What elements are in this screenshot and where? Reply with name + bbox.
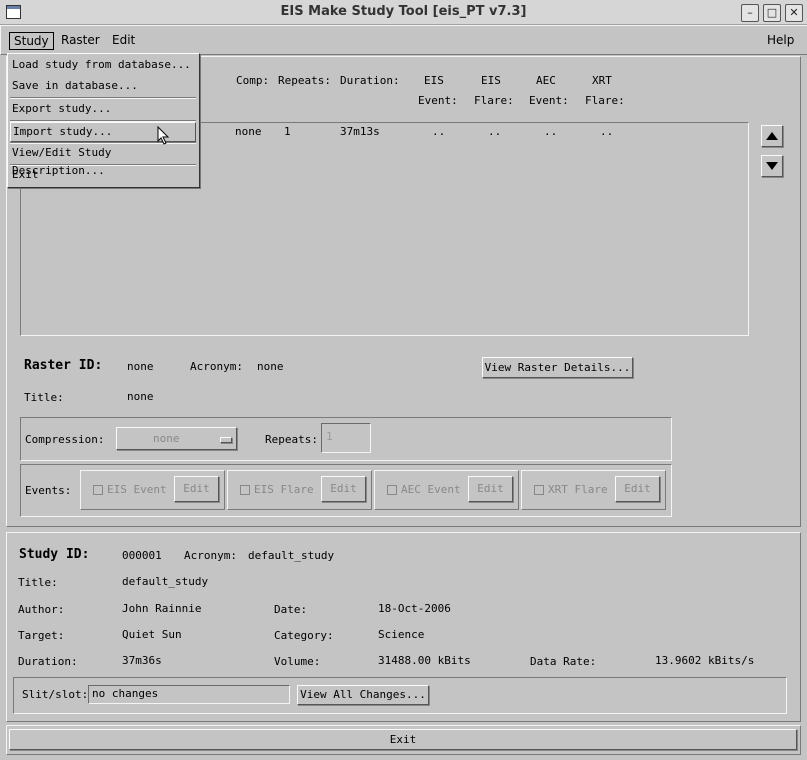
menu-item-export-study[interactable]: Export study... bbox=[12, 100, 111, 118]
header-eis-event-sub: Event: bbox=[418, 94, 458, 107]
maximize-icon[interactable]: □ bbox=[763, 4, 781, 22]
menu-item-view-edit-description[interactable]: View/Edit Study Description... bbox=[12, 144, 199, 177]
events-label: Events: bbox=[25, 484, 72, 497]
eis-event-checkbox[interactable] bbox=[93, 485, 103, 495]
raster-acronym-label: Acronym: bbox=[190, 360, 243, 373]
study-acronym-value: default_study bbox=[248, 549, 335, 562]
header-xrt-flare: XRT bbox=[592, 74, 612, 87]
compression-dropdown[interactable]: none bbox=[116, 427, 237, 450]
eis-event-label: EIS Event bbox=[107, 483, 167, 496]
study-duration-value: 37m36s bbox=[122, 654, 162, 667]
view-all-changes-button[interactable]: View All Changes... bbox=[297, 685, 429, 705]
study-author-label: Author: bbox=[18, 603, 65, 616]
header-aec-event: AEC bbox=[536, 74, 556, 87]
menu-study[interactable]: Study bbox=[9, 32, 54, 50]
study-duration-label: Duration: bbox=[18, 655, 78, 668]
eis-event-edit-button[interactable]: Edit bbox=[174, 476, 219, 502]
title-bar: EIS Make Study Tool [eis_PT v7.3] – □ ✕ bbox=[0, 0, 807, 25]
study-volume-label: Volume: bbox=[274, 655, 321, 668]
slit-label: Slit/slot: bbox=[22, 688, 89, 701]
study-title-value: default_study bbox=[122, 575, 209, 588]
study-title-label: Title: bbox=[18, 576, 58, 589]
aec-event-label: AEC Event bbox=[401, 483, 461, 496]
window-title: EIS Make Study Tool [eis_PT v7.3] bbox=[280, 4, 527, 19]
repeats-value: 1 bbox=[326, 430, 333, 443]
header-xrt-flare-sub: Flare: bbox=[585, 94, 625, 107]
study-acronym-label: Acronym: bbox=[184, 549, 237, 562]
eis-flare-edit-button[interactable]: Edit bbox=[321, 476, 366, 502]
raster-title-label: Title: bbox=[24, 391, 64, 404]
menu-item-save-database[interactable]: Save in database... bbox=[12, 77, 138, 95]
arrow-down-icon bbox=[766, 162, 778, 170]
study-id-value: 000001 bbox=[122, 549, 162, 562]
row-comp: none bbox=[235, 125, 262, 138]
study-target-value: Quiet Sun bbox=[122, 628, 182, 641]
event-aec-event: AEC Event Edit bbox=[374, 470, 519, 510]
menu-item-exit[interactable]: Exit bbox=[12, 166, 39, 184]
study-author-value: John Rainnie bbox=[122, 602, 202, 615]
event-eis-flare: EIS Flare Edit bbox=[227, 470, 372, 510]
row-xrt-flare: .. bbox=[600, 125, 614, 138]
xrt-flare-checkbox[interactable] bbox=[534, 485, 544, 495]
compression-label: Compression: bbox=[25, 433, 105, 446]
event-eis-event: EIS Event Edit bbox=[80, 470, 225, 510]
study-category-label: Category: bbox=[274, 629, 334, 642]
row-eis-flare: .. bbox=[488, 125, 502, 138]
header-duration: Duration: bbox=[340, 74, 400, 87]
mouse-cursor-icon bbox=[157, 126, 170, 145]
raster-acronym-value: none bbox=[257, 360, 284, 373]
menu-bar: Study Raster Edit Help bbox=[0, 25, 807, 55]
row-eis-event: .. bbox=[432, 125, 446, 138]
menu-help[interactable]: Help bbox=[763, 32, 798, 48]
minimize-icon[interactable]: – bbox=[741, 4, 759, 22]
header-repeats: Repeats: bbox=[278, 74, 331, 87]
repeats-label: Repeats: bbox=[265, 433, 318, 446]
view-raster-details-button[interactable]: View Raster Details... bbox=[482, 357, 633, 378]
menu-item-load-study[interactable]: Load study from database... bbox=[12, 56, 191, 74]
header-comp: Comp: bbox=[236, 74, 270, 87]
eis-flare-label: EIS Flare bbox=[254, 483, 314, 496]
study-date-label: Date: bbox=[274, 603, 308, 616]
event-xrt-flare: XRT Flare Edit bbox=[521, 470, 666, 510]
menu-edit[interactable]: Edit bbox=[108, 32, 139, 48]
study-target-label: Target: bbox=[18, 629, 65, 642]
slit-value: no changes bbox=[92, 687, 159, 700]
xrt-flare-label: XRT Flare bbox=[548, 483, 608, 496]
raster-title-value: none bbox=[127, 390, 154, 403]
move-up-button[interactable] bbox=[761, 125, 783, 147]
row-duration: 37m13s bbox=[340, 125, 380, 138]
study-datarate-label: Data Rate: bbox=[530, 655, 597, 668]
eis-flare-checkbox[interactable] bbox=[240, 485, 250, 495]
header-eis-flare: EIS bbox=[481, 74, 501, 87]
row-aec-event: .. bbox=[544, 125, 558, 138]
menu-separator bbox=[10, 97, 196, 99]
repeats-input[interactable]: 1 bbox=[321, 423, 371, 453]
study-category-value: Science bbox=[378, 628, 425, 641]
exit-button[interactable]: Exit bbox=[9, 729, 797, 750]
move-down-button[interactable] bbox=[761, 155, 783, 177]
aec-event-checkbox[interactable] bbox=[387, 485, 397, 495]
study-id-label: Study ID: bbox=[19, 547, 90, 562]
raster-id-label: Raster ID: bbox=[24, 358, 103, 373]
aec-event-edit-button[interactable]: Edit bbox=[468, 476, 513, 502]
row-repeats: 1 bbox=[284, 125, 291, 138]
header-eis-flare-sub: Flare: bbox=[474, 94, 514, 107]
arrow-up-icon bbox=[766, 132, 778, 140]
close-icon[interactable]: ✕ bbox=[785, 4, 803, 22]
slit-field: no changes bbox=[88, 685, 290, 704]
study-menu-dropdown: Load study from database... Save in data… bbox=[7, 53, 200, 188]
study-datarate-value: 13.9602 kBits/s bbox=[655, 654, 755, 667]
menu-raster[interactable]: Raster bbox=[57, 32, 104, 48]
xrt-flare-edit-button[interactable]: Edit bbox=[615, 476, 660, 502]
study-date-value: 18-Oct-2006 bbox=[378, 602, 451, 615]
raster-id-value: none bbox=[127, 360, 154, 373]
dropdown-bar-icon bbox=[220, 437, 232, 443]
header-aec-event-sub: Event: bbox=[529, 94, 569, 107]
study-volume-value: 31488.00 kBits bbox=[378, 654, 471, 667]
header-eis-event: EIS bbox=[424, 74, 444, 87]
compression-value: none bbox=[153, 432, 180, 445]
